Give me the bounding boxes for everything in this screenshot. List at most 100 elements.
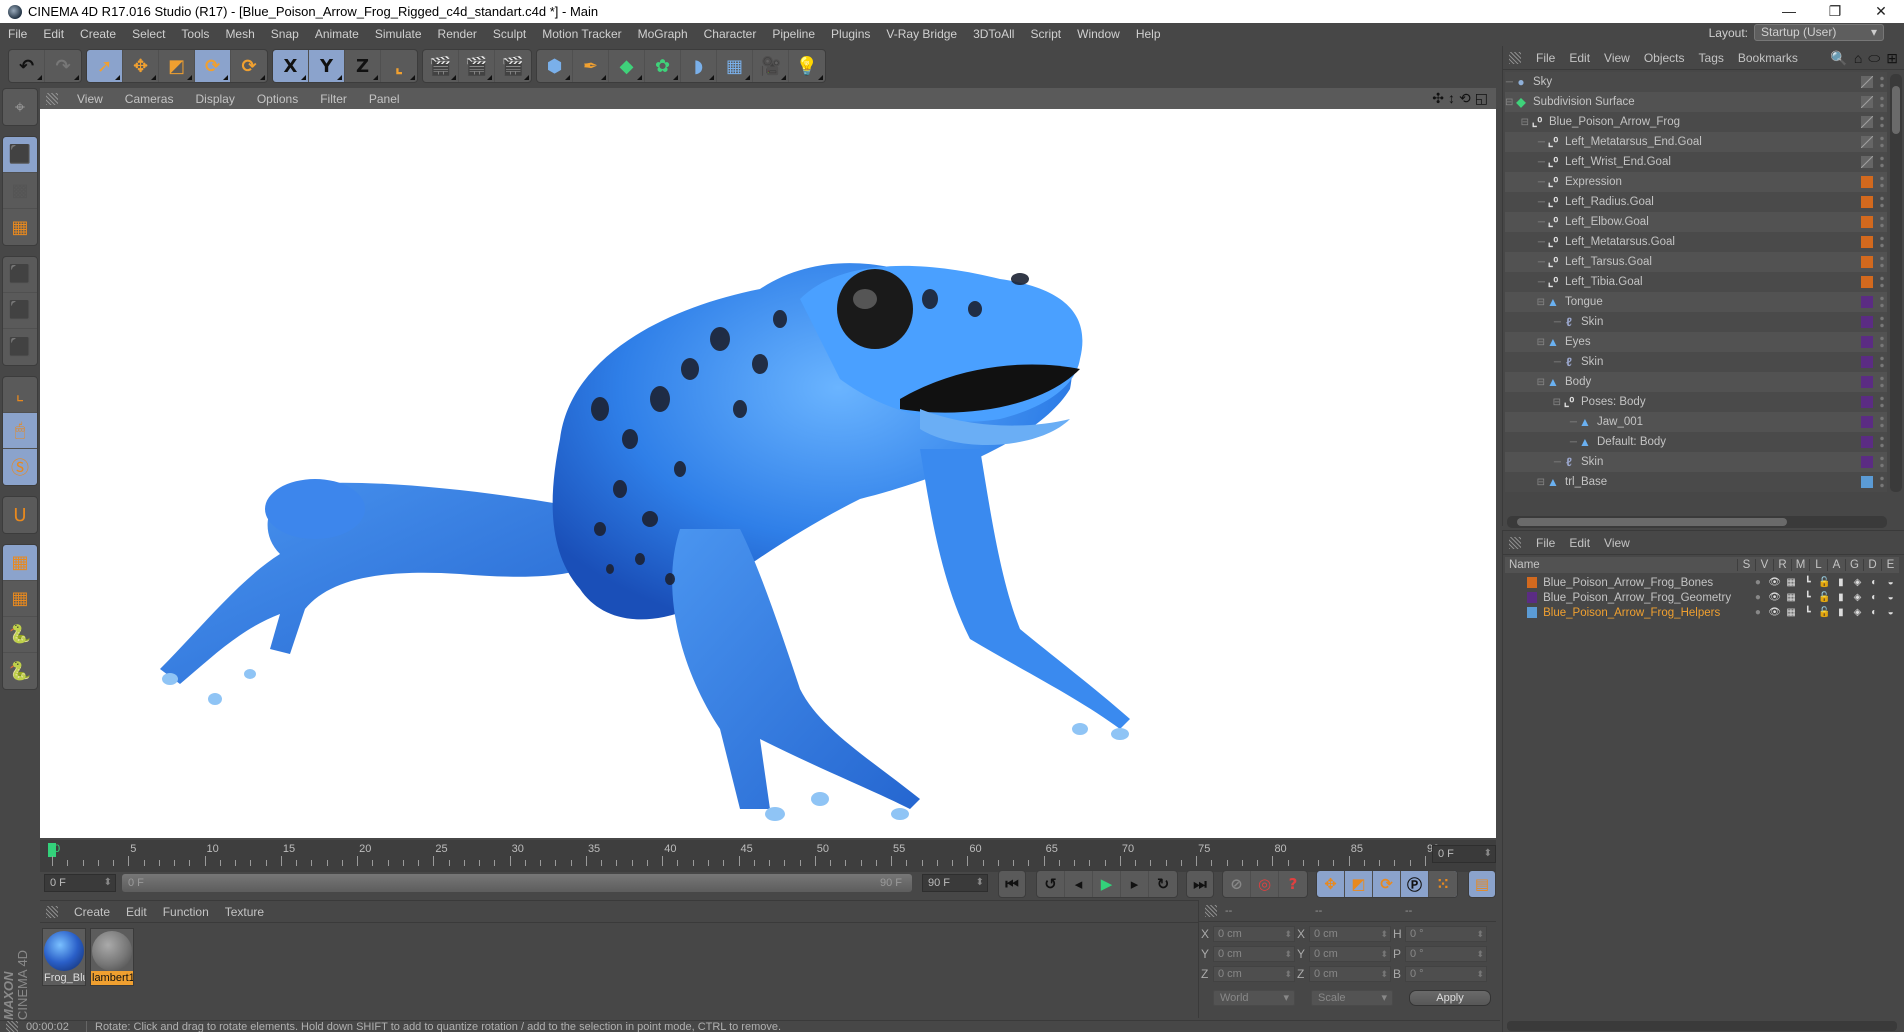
- material-menu-edit[interactable]: Edit: [118, 905, 155, 919]
- visible-editor-icon[interactable]: 👁: [1766, 607, 1783, 618]
- tree-item-skin[interactable]: ─ ℓ Skin: [1505, 352, 1887, 372]
- zoom-view-icon[interactable]: ↕: [1448, 90, 1455, 107]
- frame-range-slider[interactable]: 0 F 90 F: [122, 874, 912, 892]
- animation-icon[interactable]: ▮: [1833, 607, 1850, 618]
- solo-icon[interactable]: ●: [1750, 607, 1767, 618]
- rotation-b-field[interactable]: 0 °: [1405, 966, 1487, 982]
- tree-item-expression[interactable]: ─ ⌞⁰ Expression: [1505, 172, 1887, 192]
- layer-color-tag[interactable]: [1861, 356, 1873, 368]
- minimize-button[interactable]: —: [1766, 0, 1812, 23]
- layer-column-v[interactable]: V: [1755, 559, 1773, 571]
- tree-item-left-radius-goal[interactable]: ─ ⌞⁰ Left_Radius.Goal: [1505, 192, 1887, 212]
- panel-grip[interactable]: [46, 92, 58, 105]
- visibility-dots[interactable]: [1879, 275, 1885, 289]
- menu-help[interactable]: Help: [1128, 27, 1169, 41]
- tree-item-eyes[interactable]: ⊟ ▲ Eyes: [1505, 332, 1887, 352]
- layer-color-tag[interactable]: [1861, 196, 1873, 208]
- coordinate-mode-dropdown[interactable]: Scale: [1311, 990, 1393, 1006]
- go-to-start-icon[interactable]: ⏮: [999, 871, 1025, 897]
- camera-icon[interactable]: 🎥: [753, 50, 789, 82]
- visibility-dots[interactable]: [1879, 155, 1885, 169]
- coordinate-space-dropdown[interactable]: World: [1213, 990, 1295, 1006]
- edges-mode-icon[interactable]: ⬛: [3, 293, 37, 329]
- expressions-icon[interactable]: ◒: [1882, 592, 1899, 603]
- tree-item-left-wrist-end-goal[interactable]: ─ ⌞⁰ Left_Wrist_End.Goal: [1505, 152, 1887, 172]
- bend-deformer-icon[interactable]: ◗: [681, 50, 717, 82]
- layer-color-tag[interactable]: [1861, 416, 1873, 428]
- visibility-dots[interactable]: [1879, 175, 1885, 189]
- array-icon[interactable]: ✿: [645, 50, 681, 82]
- layer-color-tag[interactable]: [1861, 136, 1873, 148]
- visibility-dots[interactable]: [1879, 435, 1885, 449]
- layout-dropdown[interactable]: Startup (User): [1754, 24, 1884, 41]
- texture-mode-icon[interactable]: ▩: [3, 173, 37, 209]
- rotate-view-icon[interactable]: ⟲: [1459, 90, 1471, 107]
- position-y-field[interactable]: 0 cm: [1213, 946, 1295, 962]
- menu-window[interactable]: Window: [1069, 27, 1128, 41]
- filter-icon[interactable]: ⬭: [1868, 50, 1880, 67]
- expressions-icon[interactable]: ◒: [1882, 577, 1899, 588]
- deformers-icon[interactable]: ◐: [1866, 577, 1883, 588]
- tree-item-blue-poison-arrow-frog[interactable]: ⊟ ⌞⁰ Blue_Poison_Arrow_Frog: [1505, 112, 1887, 132]
- panel-grip[interactable]: [1205, 904, 1217, 917]
- visibility-dots[interactable]: [1879, 475, 1885, 489]
- y-axis-icon[interactable]: Y: [309, 50, 345, 82]
- viewport-menu-filter[interactable]: Filter: [309, 92, 358, 106]
- floor-icon[interactable]: ▦: [717, 50, 753, 82]
- layer-horizontal-scrollbar[interactable]: [1507, 1021, 1897, 1031]
- solo-icon[interactable]: ●: [1750, 592, 1767, 603]
- recent-tools-icon[interactable]: ⟳: [231, 50, 267, 82]
- object-menu-objects[interactable]: Objects: [1637, 51, 1692, 65]
- keyframe-selection-icon[interactable]: ?: [1279, 871, 1307, 897]
- material-frog-blue[interactable]: Frog_Blu: [42, 928, 86, 986]
- visibility-dots[interactable]: [1879, 95, 1885, 109]
- menu-create[interactable]: Create: [72, 27, 124, 41]
- menu-snap[interactable]: Snap: [263, 27, 307, 41]
- rotation-key-icon[interactable]: ⟳: [1373, 871, 1401, 897]
- tree-item-left-metatarsus-end-goal[interactable]: ─ ⌞⁰ Left_Metatarsus_End.Goal: [1505, 132, 1887, 152]
- viewport-menu-cameras[interactable]: Cameras: [114, 92, 185, 106]
- menu-script[interactable]: Script: [1022, 27, 1069, 41]
- scale-key-icon[interactable]: ◩: [1345, 871, 1373, 897]
- menu-file[interactable]: File: [0, 27, 35, 41]
- solo-mode-icon[interactable]: Ⓢ: [3, 449, 37, 485]
- panel-grip[interactable]: [46, 905, 58, 918]
- generators-icon[interactable]: ◈: [1849, 592, 1866, 603]
- viewport-menu-view[interactable]: View: [66, 92, 114, 106]
- axis-mode-icon[interactable]: ⌞: [3, 377, 37, 413]
- play-icon[interactable]: ▶: [1093, 871, 1121, 897]
- layer-color-swatch[interactable]: [1527, 592, 1538, 603]
- lock-icon[interactable]: 🔓: [1816, 607, 1833, 618]
- visibility-dots[interactable]: [1879, 135, 1885, 149]
- points-mode-icon[interactable]: ⬛: [3, 257, 37, 293]
- z-axis-icon[interactable]: Z: [345, 50, 381, 82]
- next-key-icon[interactable]: ↻: [1149, 871, 1177, 897]
- layer-color-tag[interactable]: [1861, 436, 1873, 448]
- search-icon[interactable]: 🔍: [1830, 50, 1847, 67]
- snap-magnet-icon[interactable]: U: [3, 497, 37, 533]
- layer-color-tag[interactable]: [1861, 236, 1873, 248]
- live-selection-icon[interactable]: ➚: [87, 50, 123, 82]
- material-menu-texture[interactable]: Texture: [217, 905, 272, 919]
- layer-column-name[interactable]: Name: [1505, 559, 1737, 571]
- polygons-mode-icon[interactable]: ⬛: [3, 329, 37, 365]
- tree-item-left-tibia-goal[interactable]: ─ ⌞⁰ Left_Tibia.Goal: [1505, 272, 1887, 292]
- python-icon-1[interactable]: 🐍: [3, 617, 37, 653]
- visibility-dots[interactable]: [1879, 355, 1885, 369]
- undo-icon[interactable]: ↶: [9, 50, 45, 82]
- layer-color-tag[interactable]: [1861, 476, 1873, 488]
- autokey-icon[interactable]: ◎: [1251, 871, 1279, 897]
- visibility-dots[interactable]: [1879, 75, 1885, 89]
- tweak-mode-icon[interactable]: 🖱: [3, 413, 37, 449]
- tree-item-skin[interactable]: ─ ℓ Skin: [1505, 312, 1887, 332]
- menu-plugins[interactable]: Plugins: [823, 27, 878, 41]
- menu-edit[interactable]: Edit: [35, 27, 72, 41]
- material-menu-function[interactable]: Function: [155, 905, 217, 919]
- object-vertical-scrollbar[interactable]: [1890, 74, 1902, 492]
- locked-workplane-icon[interactable]: ▦: [3, 545, 37, 581]
- layer-menu-edit[interactable]: Edit: [1562, 536, 1597, 550]
- menu-character[interactable]: Character: [696, 27, 765, 41]
- visibility-dots[interactable]: [1879, 455, 1885, 469]
- object-horizontal-scrollbar[interactable]: [1507, 516, 1887, 528]
- size-x-field[interactable]: 0 cm: [1309, 926, 1391, 942]
